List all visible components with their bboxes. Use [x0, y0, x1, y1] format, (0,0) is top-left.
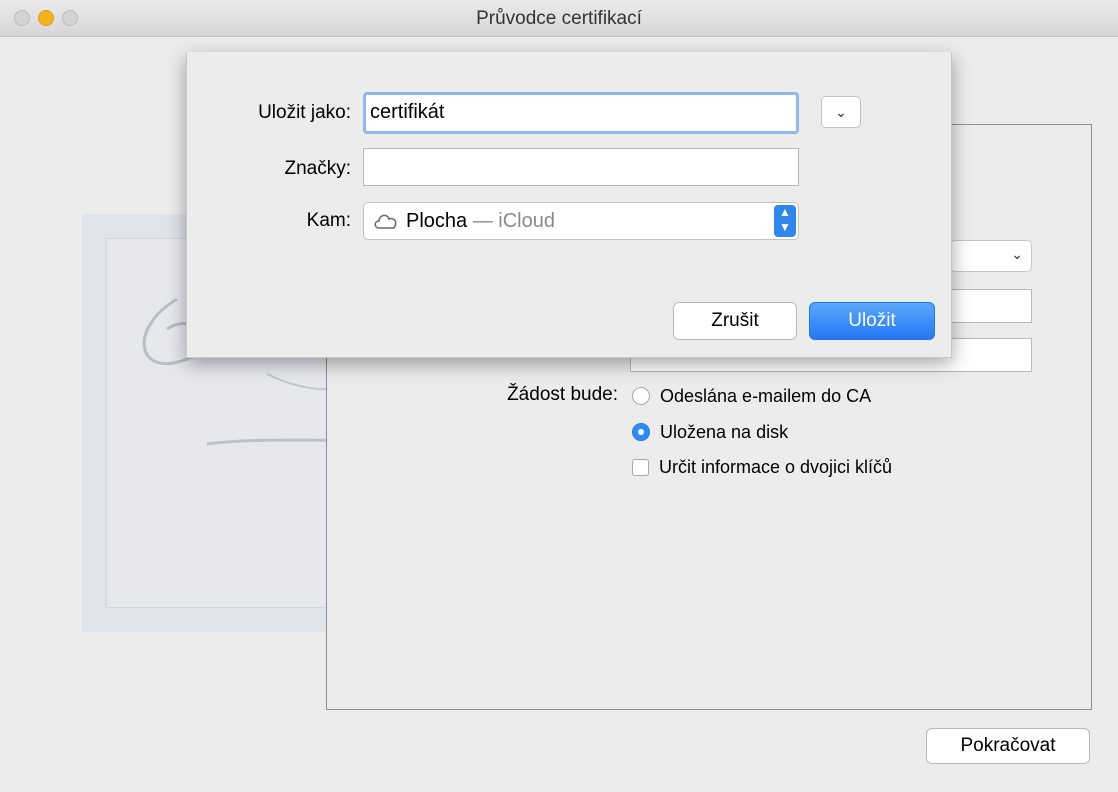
where-secondary: — iCloud: [472, 210, 555, 232]
option-save-to-disk[interactable]: Uložena na disk: [632, 420, 788, 444]
tags-input[interactable]: [363, 148, 799, 186]
where-value: Plocha — iCloud: [406, 210, 555, 233]
save-as-label: Uložit jako:: [258, 102, 351, 123]
chevron-down-icon: ⌄: [1011, 246, 1023, 262]
save-sheet: Uložit jako: certifikát ⌄ Značky: Kam: P…: [186, 52, 952, 358]
where-label: Kam:: [306, 210, 351, 231]
cloud-icon: [374, 214, 397, 229]
continue-button[interactable]: Pokračovat: [926, 728, 1090, 764]
window-title: Průvodce certifikací: [476, 8, 642, 29]
cancel-button[interactable]: Zrušit: [673, 302, 797, 340]
common-name-field[interactable]: [950, 289, 1032, 323]
title-bar: Průvodce certifikací: [0, 0, 1118, 37]
save-as-input[interactable]: certifikát: [363, 92, 799, 134]
option-label: Uložena na disk: [660, 421, 789, 442]
tags-label: Značky:: [284, 158, 351, 179]
expand-sheet-button[interactable]: ⌄: [821, 96, 861, 128]
ca-select[interactable]: ⌄: [950, 240, 1032, 272]
where-primary: Plocha: [406, 210, 468, 232]
radio-button-selected[interactable]: [632, 423, 650, 441]
chevron-down-icon: ⌄: [835, 104, 847, 120]
save-button[interactable]: Uložit: [809, 302, 935, 340]
select-stepper-icon: ▲ ▼: [774, 205, 796, 237]
checkbox[interactable]: [632, 458, 649, 476]
request-label: Žádost bude:: [507, 384, 618, 405]
where-select[interactable]: Plocha — iCloud ▲ ▼: [363, 202, 799, 240]
option-label: Odeslána e-mailem do CA: [660, 385, 872, 406]
key-pair-info-checkbox-row[interactable]: Určit informace o dvojici klíčů: [632, 455, 892, 479]
radio-button[interactable]: [632, 387, 650, 405]
option-email-to-ca[interactable]: Odeslána e-mailem do CA: [632, 384, 871, 408]
checkbox-label: Určit informace o dvojici klíčů: [659, 456, 893, 477]
